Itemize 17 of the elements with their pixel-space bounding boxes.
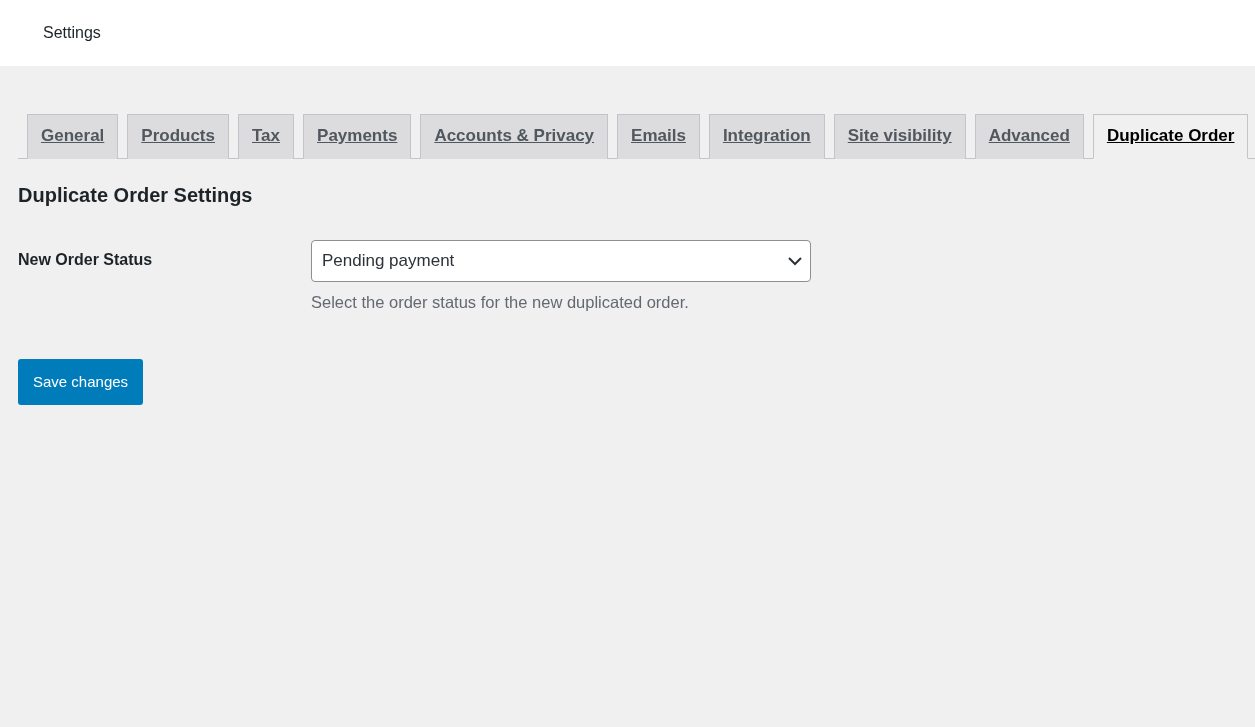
settings-tab[interactable]: Advanced xyxy=(974,114,1084,159)
settings-tab[interactable]: Emails xyxy=(617,114,700,159)
field-description: Select the order status for the new duplicated order. xyxy=(311,292,690,313)
chevron-down-icon xyxy=(788,256,802,266)
settings-tab[interactable]: General xyxy=(27,114,119,159)
settings-tab[interactable]: Site visibility xyxy=(833,114,966,159)
settings-tab[interactable]: Products xyxy=(127,114,229,159)
settings-tab[interactable]: Tax xyxy=(238,114,295,159)
settings-tab[interactable]: Duplicate Order xyxy=(1092,114,1249,159)
settings-tab[interactable]: Accounts & Privacy xyxy=(420,114,609,159)
settings-tab[interactable]: Payments xyxy=(303,114,412,159)
section-heading: Duplicate Order Settings xyxy=(18,183,254,208)
save-button[interactable]: Save changes xyxy=(18,358,144,406)
status-dropdown[interactable]: Pending payment xyxy=(311,240,811,282)
page-title: Settings xyxy=(43,23,101,43)
field-label: New Order Status xyxy=(18,250,154,270)
settings-tab[interactable]: Integration xyxy=(708,114,825,159)
